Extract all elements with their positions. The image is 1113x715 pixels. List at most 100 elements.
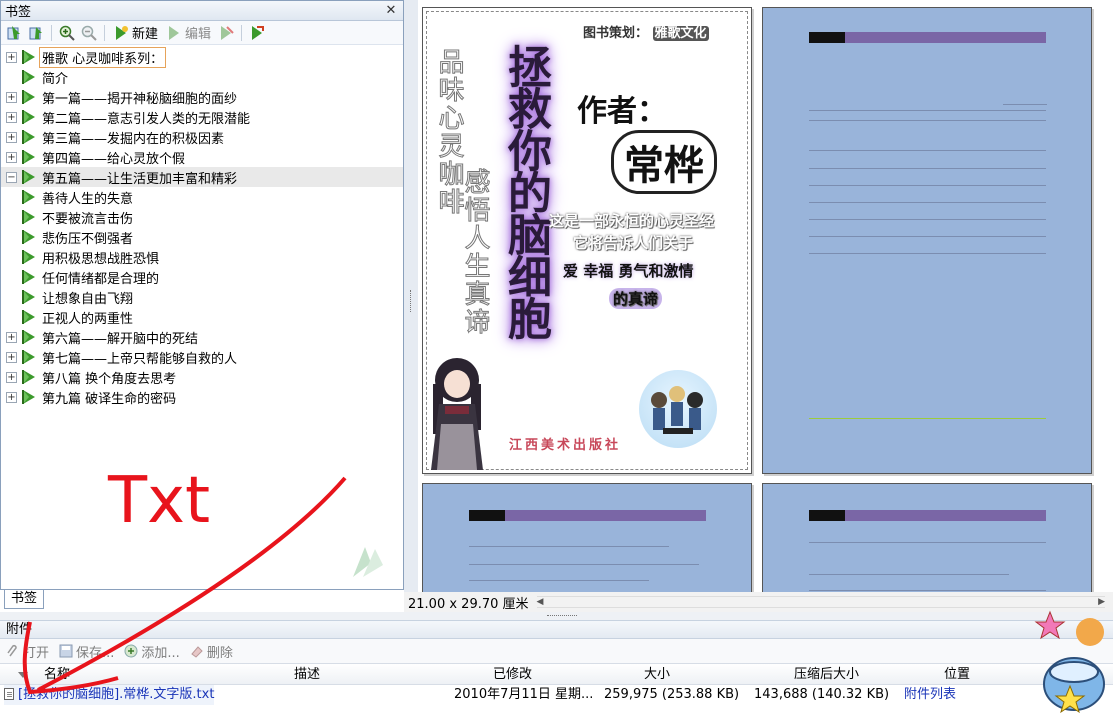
edit-bookmark-button[interactable]: 编辑 — [164, 23, 213, 42]
page-footer-rule — [809, 418, 1046, 419]
app-logo-watermark-icon — [353, 547, 383, 577]
paperclip-icon — [7, 644, 17, 657]
new-bookmark-button[interactable]: 新建 — [111, 23, 160, 42]
expand-icon[interactable]: + — [6, 131, 17, 143]
splitter-grip[interactable] — [410, 290, 412, 312]
bookmark-item[interactable]: + 第三篇——发掘内在的积极因素 — [1, 127, 403, 147]
column-header-description[interactable]: 描述 — [294, 664, 320, 686]
cover-planner-name: 雅歌文化 — [652, 26, 709, 41]
bookmark-label: 任何情绪都是合理的 — [42, 271, 160, 287]
toolbar-divider — [241, 24, 243, 41]
bookmark-child-item[interactable]: 悲伤压不倒强者 — [1, 227, 403, 247]
horizontal-splitter[interactable] — [0, 612, 1113, 620]
mascot-decoration-icon — [1034, 610, 1105, 714]
bookmark-item[interactable]: + 第九篇 破译生命的密码 — [1, 387, 403, 407]
attachment-row[interactable]: [拯救你的脑细胞].常桦.文字版.txt 2010年7月11日 星期... 25… — [0, 685, 1113, 705]
bookmark-label: 第二篇——意志引发人类的无限潜能 — [42, 111, 251, 127]
bookmark-child-item[interactable]: 正视人的两重性 — [1, 307, 403, 327]
collapse-icon[interactable]: − — [6, 171, 17, 183]
zoom-out-icon[interactable] — [80, 24, 98, 42]
page-3[interactable] — [422, 483, 752, 595]
expand-icon[interactable]: + — [6, 51, 17, 63]
bookmark-label: 第八篇 换个角度去思考 — [42, 371, 177, 387]
column-header-modified[interactable]: 已修改 — [493, 664, 532, 686]
page-cover[interactable]: 图书策划： 雅歌文化 品味心灵咖啡 感悟人生真谛 拯救你的脑细胞 作者： 常桦 … — [422, 7, 752, 474]
document-view[interactable]: 图书策划： 雅歌文化 品味心灵咖啡 感悟人生真谛 拯救你的脑细胞 作者： 常桦 … — [418, 0, 1113, 595]
delete-bookmark-icon[interactable] — [217, 24, 235, 42]
page-4[interactable] — [762, 483, 1092, 595]
zoom-in-icon[interactable] — [58, 24, 76, 42]
save-icon — [59, 644, 73, 658]
splitter-grip[interactable] — [547, 615, 577, 617]
attachment-name: [拯救你的脑细胞].常桦.文字版.txt — [18, 687, 215, 702]
bookmark-label: 让想象自由飞翔 — [42, 291, 134, 307]
page-rule — [809, 219, 1046, 220]
column-header-compressed-size[interactable]: 压缩后大小 — [794, 664, 859, 686]
page-toc[interactable] — [762, 7, 1092, 474]
collapse-all-icon[interactable] — [27, 24, 45, 42]
page-rule — [809, 168, 1046, 169]
bookmark-label: 第三篇——发掘内在的积极因素 — [42, 131, 225, 147]
scroll-left-icon[interactable]: ◀ — [537, 597, 544, 607]
column-header-location[interactable]: 位置 — [944, 664, 970, 686]
open-attachment-button[interactable]: 打开 — [4, 642, 51, 661]
bookmark-item[interactable]: + 第八篇 换个角度去思考 — [1, 367, 403, 387]
expand-icon[interactable]: + — [6, 331, 17, 343]
expand-icon[interactable]: + — [6, 371, 17, 383]
attachment-location[interactable]: 附件列表 — [904, 685, 956, 705]
bookmark-icon — [22, 170, 35, 184]
bookmark-item[interactable]: + 第七篇——上帝只帮能够自救的人 — [1, 347, 403, 367]
bookmark-child-item[interactable]: 善待人生的失意 — [1, 187, 403, 207]
bookmark-label: 善待人生的失意 — [42, 191, 134, 207]
expand-all-icon[interactable] — [5, 24, 23, 42]
expand-icon[interactable]: + — [6, 151, 17, 163]
column-header-size[interactable]: 大小 — [644, 664, 670, 686]
bookmark-child-item[interactable]: 任何情绪都是合理的 — [1, 267, 403, 287]
attachment-name-cell[interactable]: [拯救你的脑细胞].常桦.文字版.txt — [4, 685, 215, 705]
add-attachment-label: 添加... — [141, 645, 180, 661]
expand-icon[interactable]: + — [6, 351, 17, 363]
delete-attachment-button[interactable]: 删除 — [188, 642, 235, 661]
page-rule — [809, 574, 1009, 575]
add-icon — [124, 644, 138, 658]
attachment-size: 259,975 (253.88 KB) — [604, 687, 740, 702]
cover-title: 拯救你的脑细胞 — [500, 44, 551, 338]
add-attachment-button[interactable]: 添加... — [122, 642, 181, 661]
delete-icon — [191, 646, 203, 658]
bookmark-icon — [22, 330, 35, 344]
save-attachment-button[interactable]: 保存... — [57, 642, 116, 661]
attachments-toolbar: 打开 保存... 添加... 删除 — [0, 639, 1113, 663]
expand-icon[interactable]: + — [6, 391, 17, 403]
bookmark-child-item[interactable]: 用积极思想战胜恐惧 — [1, 247, 403, 267]
bookmark-item[interactable]: − 第五篇——让生活更加丰富和精彩 — [1, 167, 403, 187]
bookmark-item[interactable]: + 第二篇——意志引发人类的无限潜能 — [1, 107, 403, 127]
bookmark-item[interactable]: + 雅歌 心灵咖啡系列： — [1, 47, 403, 68]
attachments-pane: 附件 打开 保存... 添加... 删除 名称 描述 已修改 大小 压缩后大小 … — [0, 620, 1113, 715]
new-bookmark-label: 新建 — [132, 27, 159, 42]
page-rule — [809, 110, 1046, 111]
close-icon[interactable]: ✕ — [383, 3, 399, 19]
document-status-bar: 21.00 x 29.70 厘米 ◀ ▶ — [404, 592, 1113, 612]
bookmark-child-item[interactable]: 让想象自由飞翔 — [1, 287, 403, 307]
cover-band-illustration — [639, 370, 717, 448]
horizontal-scrollbar[interactable]: ◀ ▶ — [536, 596, 1105, 608]
edit-bookmark-label: 编辑 — [185, 27, 212, 42]
bookmarks-title: 书签 — [5, 5, 32, 20]
bookmark-child-item[interactable]: 不要被流言击伤 — [1, 207, 403, 227]
bookmark-label: 不要被流言击伤 — [42, 211, 134, 227]
bookmark-item[interactable]: + 第四篇——给心灵放个假 — [1, 147, 403, 167]
tab-bookmarks[interactable]: 书签 — [4, 590, 45, 609]
bookmark-properties-icon[interactable] — [248, 24, 266, 42]
bookmark-item[interactable]: + 第一篇——揭开神秘脑细胞的面纱 — [1, 87, 403, 107]
edit-bookmark-icon — [169, 25, 180, 40]
column-header-name[interactable]: 名称 — [44, 664, 70, 686]
sort-desc-icon[interactable] — [18, 672, 28, 678]
expand-icon[interactable]: + — [6, 111, 17, 123]
cover-side-text-2: 感悟人生真谛 — [460, 168, 491, 337]
expand-icon[interactable]: + — [6, 91, 17, 103]
delete-attachment-label: 删除 — [206, 645, 233, 661]
bookmark-item[interactable]: + 第六篇——解开脑中的死结 — [1, 327, 403, 347]
cover-tagline-3: 爱 幸福 勇气和激情 — [563, 262, 694, 280]
bookmark-item[interactable]: 简介 — [1, 67, 403, 87]
vertical-splitter[interactable] — [404, 0, 418, 612]
